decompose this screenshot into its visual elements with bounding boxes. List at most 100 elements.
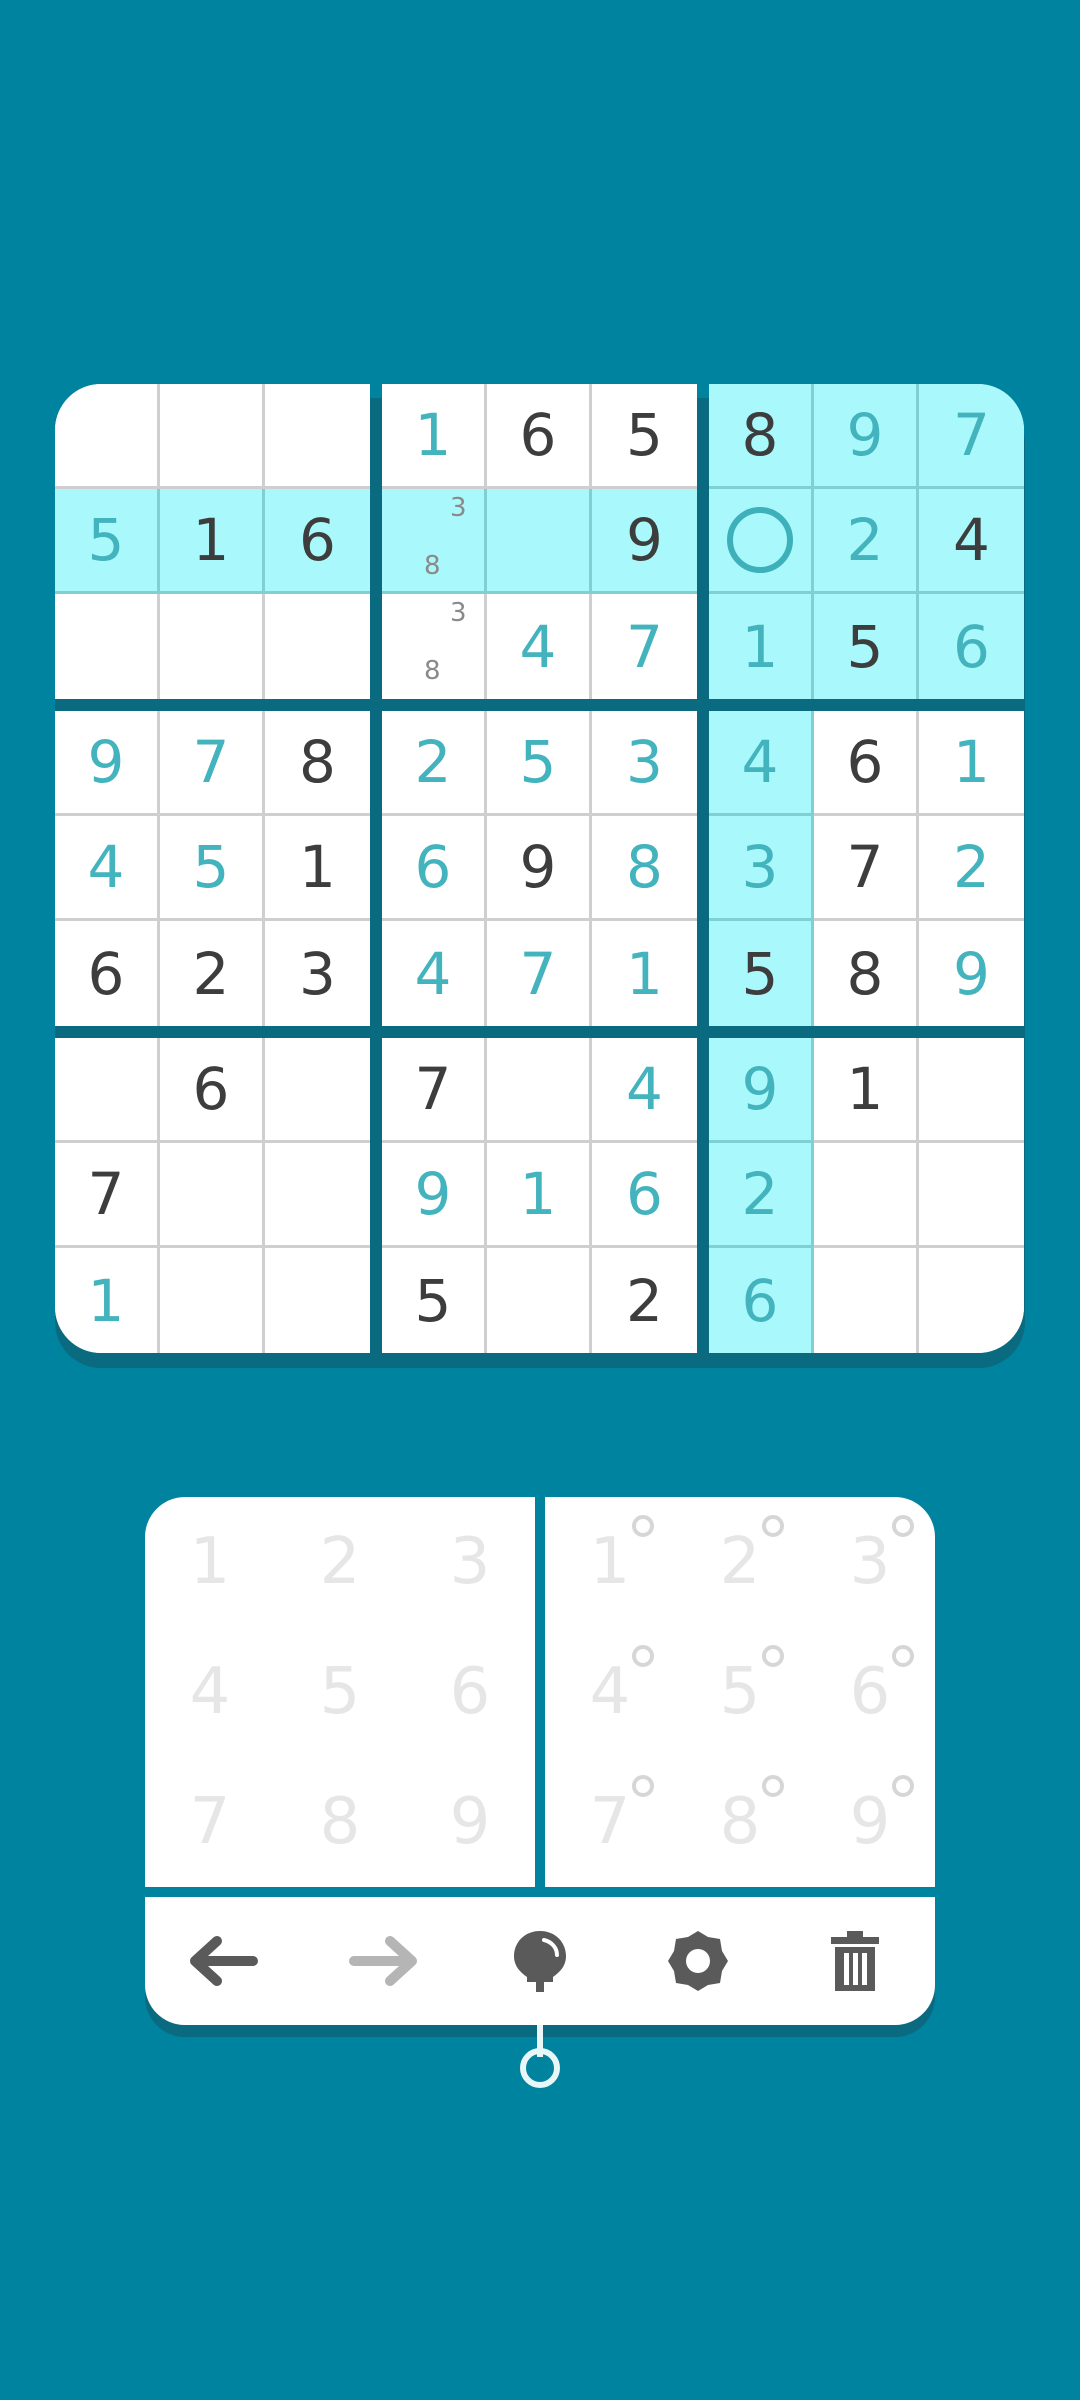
sudoku-cell[interactable]: 8 [709,384,814,489]
redo-button[interactable] [332,1911,432,2011]
sudoku-cell[interactable]: 6 [160,1038,265,1143]
number-pad-digit[interactable]: 1 [145,1497,275,1627]
sudoku-cell[interactable]: 1 [160,489,265,594]
number-pad-digit[interactable]: 2 [275,1497,405,1627]
sudoku-cell[interactable]: 5 [709,921,814,1026]
pencil-pad-digit[interactable]: 8 [675,1757,805,1887]
sudoku-cell[interactable]: 3 [265,921,370,1026]
sudoku-cell[interactable] [265,1038,370,1143]
sudoku-cell[interactable]: 5 [814,594,919,699]
sudoku-cell[interactable] [487,489,592,594]
pencil-pad-digit[interactable]: 5 [675,1627,805,1757]
sudoku-cell[interactable]: 3 [709,816,814,921]
sudoku-cell[interactable]: 4 [55,816,160,921]
sudoku-cell[interactable] [814,1248,919,1353]
sudoku-cell[interactable]: 1 [709,594,814,699]
sudoku-cell[interactable]: 9 [709,1038,814,1143]
hint-button[interactable] [490,1911,590,2011]
sudoku-cell[interactable]: 6 [265,489,370,594]
sudoku-cell[interactable]: 5 [487,711,592,816]
sudoku-cell[interactable]: 2 [382,711,487,816]
sudoku-cell[interactable] [265,1143,370,1248]
sudoku-cell[interactable]: 5 [382,1248,487,1353]
sudoku-cell[interactable] [487,1248,592,1353]
sudoku-cell[interactable]: 6 [709,1248,814,1353]
number-pad-digit[interactable]: 4 [145,1627,275,1757]
sudoku-cell[interactable]: 6 [382,816,487,921]
sudoku-cell[interactable]: 4 [919,489,1024,594]
pencil-pad-digit[interactable]: 3 [805,1497,935,1627]
sudoku-cell[interactable]: 8 [814,921,919,1026]
number-pad-digit[interactable]: 6 [405,1627,535,1757]
sudoku-cell[interactable]: 1 [487,1143,592,1248]
sudoku-cell[interactable]: 7 [487,921,592,1026]
sudoku-cell[interactable] [265,594,370,699]
sudoku-cell[interactable] [55,594,160,699]
sudoku-cell[interactable]: 9 [814,384,919,489]
sudoku-cell[interactable]: 2 [814,489,919,594]
sudoku-cell[interactable]: 1 [814,1038,919,1143]
sudoku-cell[interactable]: 6 [55,921,160,1026]
sudoku-cell[interactable]: 9 [919,921,1024,1026]
sudoku-cell[interactable]: 38 [382,594,487,699]
sudoku-cell[interactable]: 1 [382,384,487,489]
sudoku-cell[interactable]: 5 [55,489,160,594]
sudoku-cell[interactable]: 2 [919,816,1024,921]
sudoku-cell[interactable] [265,1248,370,1353]
sudoku-cell[interactable] [709,489,814,594]
sudoku-cell[interactable] [487,1038,592,1143]
sudoku-cell[interactable]: 2 [709,1143,814,1248]
sudoku-cell[interactable]: 7 [382,1038,487,1143]
pencil-pad-digit[interactable]: 4 [545,1627,675,1757]
sudoku-cell[interactable] [160,1248,265,1353]
sudoku-cell[interactable] [160,594,265,699]
sudoku-cell[interactable]: 7 [55,1143,160,1248]
number-pad-digit[interactable]: 9 [405,1757,535,1887]
sudoku-cell[interactable]: 2 [592,1248,697,1353]
sudoku-cell[interactable] [55,384,160,489]
sudoku-cell[interactable]: 38 [382,489,487,594]
sudoku-cell[interactable] [919,1248,1024,1353]
pencil-pad-digit[interactable]: 6 [805,1627,935,1757]
delete-button[interactable] [805,1911,905,2011]
sudoku-cell[interactable]: 4 [382,921,487,1026]
sudoku-cell[interactable] [919,1038,1024,1143]
sudoku-cell[interactable]: 9 [592,489,697,594]
sudoku-cell[interactable]: 3 [592,711,697,816]
number-pad-digit[interactable]: 8 [275,1757,405,1887]
sudoku-cell[interactable] [814,1143,919,1248]
sudoku-cell[interactable]: 2 [160,921,265,1026]
pencil-pad-digit[interactable]: 2 [675,1497,805,1627]
sudoku-cell[interactable]: 9 [487,816,592,921]
sudoku-cell[interactable]: 1 [592,921,697,1026]
sudoku-cell[interactable]: 6 [919,594,1024,699]
drawer-handle[interactable] [520,2048,560,2088]
sudoku-cell[interactable]: 7 [592,594,697,699]
number-pad-digit[interactable]: 5 [275,1627,405,1757]
sudoku-cell[interactable] [55,1038,160,1143]
undo-button[interactable] [175,1911,275,2011]
sudoku-cell[interactable]: 1 [55,1248,160,1353]
sudoku-cell[interactable]: 1 [265,816,370,921]
sudoku-cell[interactable]: 7 [160,711,265,816]
sudoku-cell[interactable]: 8 [265,711,370,816]
sudoku-cell[interactable]: 4 [709,711,814,816]
sudoku-cell[interactable]: 5 [592,384,697,489]
sudoku-cell[interactable] [160,1143,265,1248]
sudoku-cell[interactable]: 9 [55,711,160,816]
sudoku-cell[interactable]: 7 [919,384,1024,489]
sudoku-cell[interactable]: 6 [592,1143,697,1248]
number-pad-digit[interactable]: 3 [405,1497,535,1627]
sudoku-cell[interactable]: 9 [382,1143,487,1248]
pencil-pad-digit[interactable]: 7 [545,1757,675,1887]
sudoku-cell[interactable]: 4 [487,594,592,699]
sudoku-cell[interactable]: 6 [487,384,592,489]
pencil-pad-digit[interactable]: 1 [545,1497,675,1627]
sudoku-cell[interactable]: 6 [814,711,919,816]
sudoku-cell[interactable]: 5 [160,816,265,921]
settings-button[interactable] [648,1911,748,2011]
sudoku-cell[interactable]: 1 [919,711,1024,816]
number-pad-digit[interactable]: 7 [145,1757,275,1887]
sudoku-cell[interactable] [919,1143,1024,1248]
pencil-pad-digit[interactable]: 9 [805,1757,935,1887]
